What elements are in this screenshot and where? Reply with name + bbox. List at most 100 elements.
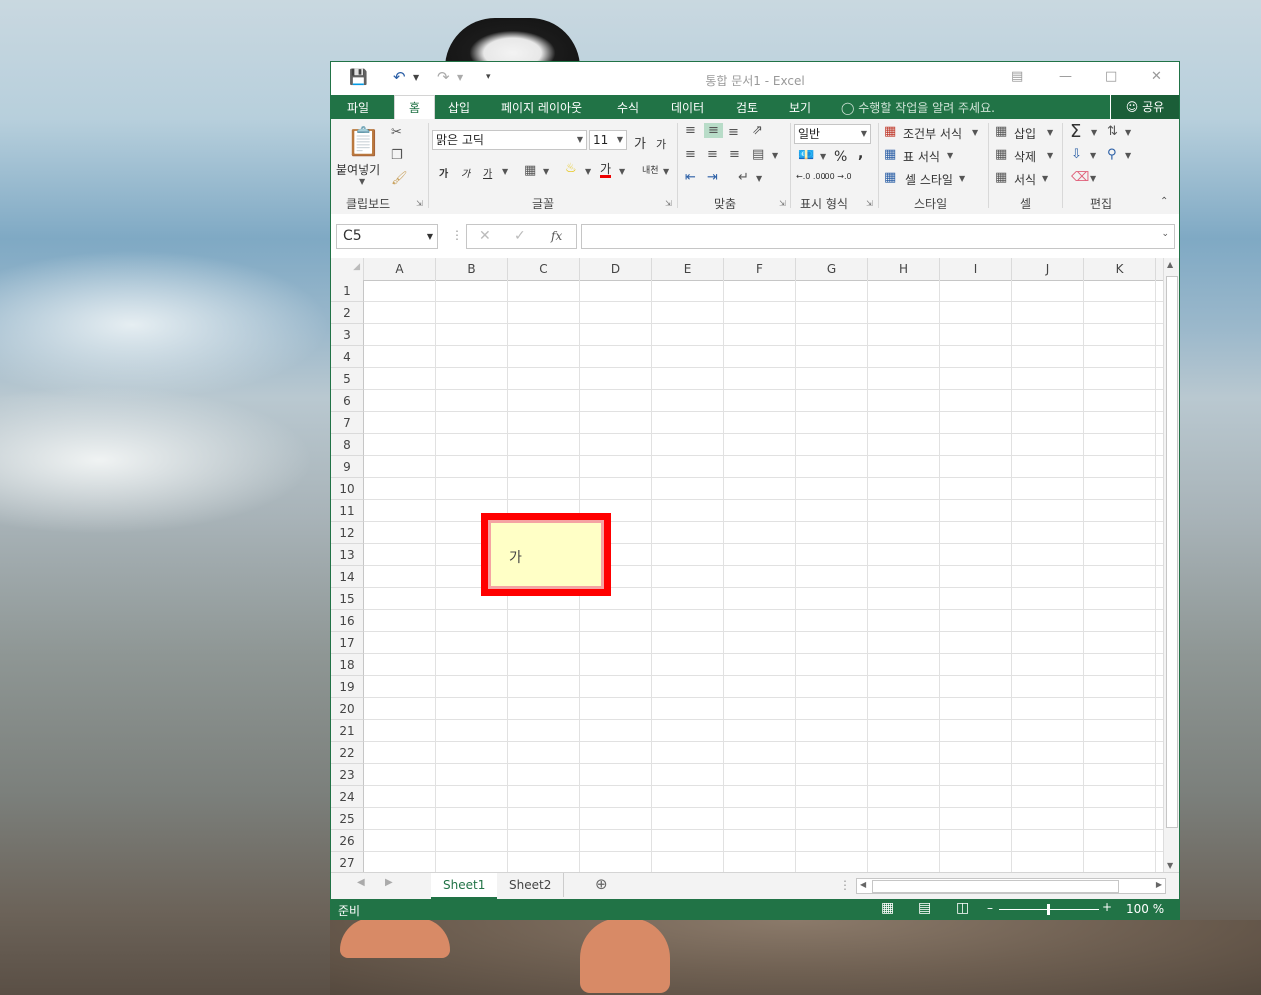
- tab-review[interactable]: 검토: [736, 99, 758, 116]
- font-size-combo[interactable]: 11 ▼: [589, 130, 627, 150]
- autosum-dropdown-icon[interactable]: ▼: [1091, 128, 1097, 137]
- tab-page-layout[interactable]: 페이지 레이아웃: [501, 99, 582, 116]
- format-cells-button[interactable]: 서식: [1014, 171, 1036, 188]
- row-header[interactable]: 26: [331, 830, 364, 852]
- ribbon-display-options-icon[interactable]: ▤: [1011, 69, 1023, 84]
- tab-data[interactable]: 데이터: [671, 99, 704, 116]
- underline-button[interactable]: 가: [483, 165, 492, 180]
- cancel-icon[interactable]: ✕: [479, 228, 491, 244]
- row-header[interactable]: 5: [331, 368, 364, 390]
- orientation-icon[interactable]: ⇗: [752, 123, 763, 138]
- number-format-combo[interactable]: 일반 ▼: [794, 124, 871, 144]
- format-dropdown-icon[interactable]: ▼: [1042, 174, 1048, 183]
- tab-splitter-icon[interactable]: ⋮: [839, 878, 851, 892]
- cell-comment-highlight[interactable]: 가: [481, 513, 611, 596]
- font-color-button[interactable]: 가: [600, 163, 612, 178]
- select-all-corner[interactable]: ◢: [331, 258, 364, 280]
- expand-formula-bar-icon[interactable]: ⌄: [1161, 229, 1169, 239]
- copy-icon[interactable]: ❐: [391, 148, 403, 163]
- increase-indent-icon[interactable]: ⇥: [707, 170, 718, 185]
- scroll-down-icon[interactable]: ▼: [1167, 861, 1173, 870]
- column-header[interactable]: C: [508, 258, 580, 280]
- phonetic-button[interactable]: 내천: [642, 163, 659, 176]
- tab-view[interactable]: 보기: [789, 99, 811, 116]
- zoom-slider-thumb[interactable]: [1047, 904, 1050, 915]
- underline-dropdown-icon[interactable]: ▼: [502, 167, 508, 176]
- column-header[interactable]: F: [724, 258, 796, 280]
- find-select-icon[interactable]: ⚲: [1107, 147, 1117, 162]
- clipboard-launcher-icon[interactable]: ⇲: [416, 199, 423, 208]
- delete-cells-button[interactable]: 삭제: [1014, 148, 1036, 165]
- close-button[interactable]: ✕: [1151, 69, 1162, 84]
- wrap-dropdown-icon[interactable]: ▼: [756, 174, 762, 183]
- horizontal-scroll-thumb[interactable]: [872, 880, 1119, 893]
- paste-icon[interactable]: 📋: [346, 125, 381, 158]
- align-bottom-icon[interactable]: ≡: [728, 125, 739, 140]
- formula-input[interactable]: ⌄: [581, 224, 1175, 249]
- grow-font-button[interactable]: 가: [634, 133, 646, 152]
- row-header[interactable]: 25: [331, 808, 364, 830]
- percent-style-button[interactable]: %: [834, 149, 847, 165]
- format-as-table-button[interactable]: 표 서식: [903, 148, 940, 165]
- scroll-thumb[interactable]: [1166, 276, 1178, 828]
- row-header[interactable]: 17: [331, 632, 364, 654]
- maximize-button[interactable]: □: [1105, 69, 1117, 84]
- conditional-formatting-icon[interactable]: ▦: [884, 124, 896, 139]
- fill-dropdown-icon[interactable]: ▼: [1090, 151, 1096, 160]
- column-header[interactable]: E: [652, 258, 724, 280]
- collapse-ribbon-icon[interactable]: ⌃: [1160, 196, 1168, 207]
- row-header[interactable]: 18: [331, 654, 364, 676]
- column-header[interactable]: D: [580, 258, 652, 280]
- zoom-out-icon[interactable]: –: [987, 901, 993, 915]
- number-launcher-icon[interactable]: ⇲: [866, 199, 873, 208]
- scroll-right-sheets-icon[interactable]: ▶: [385, 877, 393, 888]
- fill-color-dropdown-icon[interactable]: ▼: [585, 167, 591, 176]
- sort-filter-icon[interactable]: ⇅: [1107, 124, 1118, 139]
- row-header[interactable]: 13: [331, 544, 364, 566]
- decrease-decimal-button[interactable]: .00 →.0: [822, 172, 852, 181]
- comma-style-button[interactable]: ,: [858, 146, 863, 162]
- align-right-icon[interactable]: ≡: [729, 147, 740, 162]
- cut-icon[interactable]: ✂: [391, 125, 402, 140]
- row-header[interactable]: 22: [331, 742, 364, 764]
- column-header[interactable]: G: [796, 258, 868, 280]
- horizontal-scrollbar[interactable]: ◀ ▶: [856, 878, 1166, 894]
- row-header[interactable]: 9: [331, 456, 364, 478]
- row-header[interactable]: 19: [331, 676, 364, 698]
- insert-dropdown-icon[interactable]: ▼: [1047, 128, 1053, 137]
- align-left-icon[interactable]: ≡: [685, 147, 696, 162]
- insert-cells-button[interactable]: 삽입: [1014, 125, 1036, 142]
- column-header[interactable]: J: [1012, 258, 1084, 280]
- sheet-tab-sheet1[interactable]: Sheet1: [431, 873, 498, 899]
- merge-center-icon[interactable]: ▤: [752, 147, 764, 162]
- sort-dropdown-icon[interactable]: ▼: [1125, 128, 1131, 137]
- new-sheet-icon[interactable]: ⊕: [595, 875, 608, 893]
- format-painter-icon[interactable]: 🖌: [391, 171, 408, 186]
- row-header[interactable]: 6: [331, 390, 364, 412]
- accounting-format-icon[interactable]: 💶: [798, 148, 814, 163]
- scroll-right-icon[interactable]: ▶: [1156, 880, 1162, 889]
- font-name-combo[interactable]: 맑은 고딕 ▼: [432, 130, 587, 150]
- delete-cells-icon[interactable]: ▦: [995, 147, 1007, 162]
- tab-insert[interactable]: 삽입: [448, 99, 470, 116]
- format-cells-icon[interactable]: ▦: [995, 170, 1007, 185]
- accounting-dropdown-icon[interactable]: ▼: [820, 152, 826, 161]
- scroll-up-icon[interactable]: ▲: [1167, 260, 1173, 269]
- row-header[interactable]: 12: [331, 522, 364, 544]
- name-box[interactable]: C5 ▼: [336, 224, 438, 249]
- insert-function-icon[interactable]: fx: [551, 229, 562, 243]
- merge-dropdown-icon[interactable]: ▼: [772, 151, 778, 160]
- tab-home[interactable]: 홈: [394, 95, 436, 119]
- fill-icon[interactable]: ⇩: [1071, 147, 1082, 162]
- zoom-level[interactable]: 100 %: [1126, 902, 1164, 916]
- scroll-left-sheets-icon[interactable]: ◀: [357, 877, 365, 888]
- minimize-button[interactable]: —: [1059, 69, 1072, 84]
- row-header[interactable]: 15: [331, 588, 364, 610]
- delete-dropdown-icon[interactable]: ▼: [1047, 151, 1053, 160]
- row-header[interactable]: 23: [331, 764, 364, 786]
- alignment-launcher-icon[interactable]: ⇲: [779, 199, 786, 208]
- font-color-dropdown-icon[interactable]: ▼: [619, 167, 625, 176]
- align-top-icon[interactable]: ≡: [685, 123, 696, 138]
- row-header[interactable]: 16: [331, 610, 364, 632]
- clear-icon[interactable]: ⌫: [1071, 170, 1089, 185]
